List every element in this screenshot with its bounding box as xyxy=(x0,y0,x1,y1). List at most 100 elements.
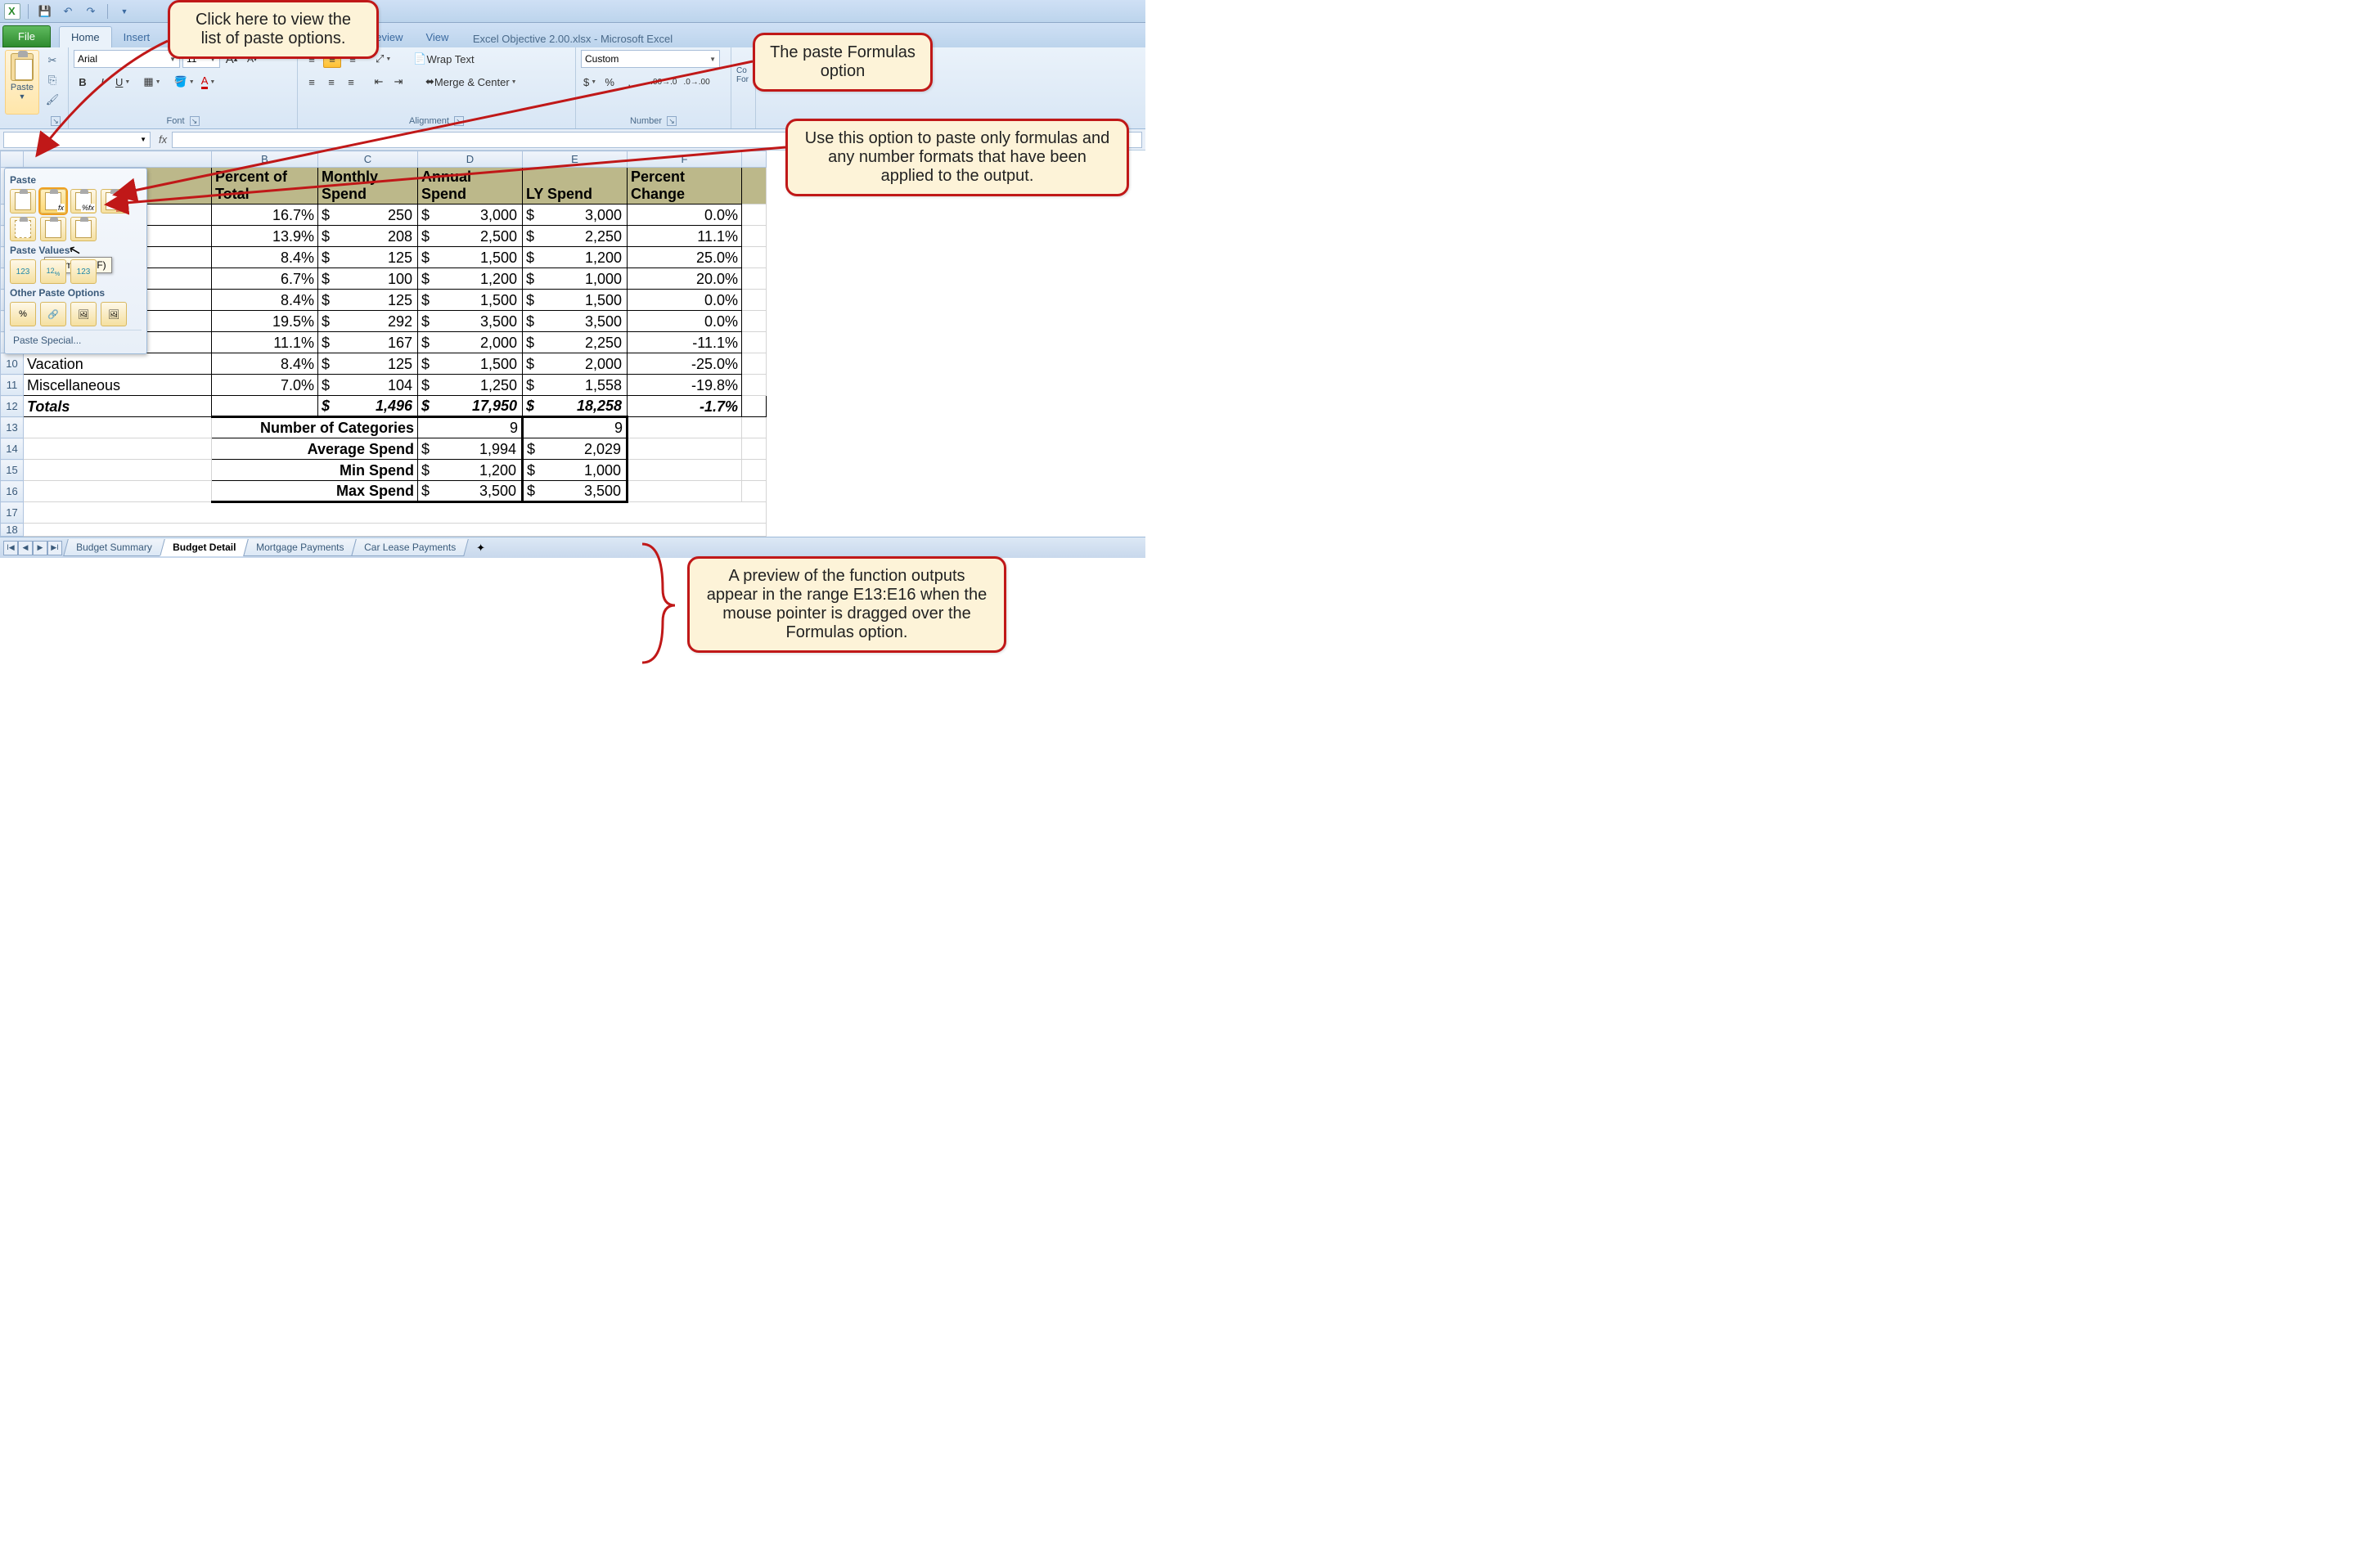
row-header[interactable]: 16 xyxy=(1,481,24,502)
paste-special-menu-item[interactable]: Paste Special... xyxy=(10,330,142,350)
cell[interactable]: 6.7% xyxy=(212,268,318,290)
row-header[interactable]: 12 xyxy=(1,396,24,417)
cell[interactable]: Number of Categories xyxy=(212,417,418,438)
col-header[interactable]: E xyxy=(523,151,628,168)
cell[interactable]: $1,250 xyxy=(418,375,523,396)
paste-linked-picture-option[interactable]: 🖼 xyxy=(101,302,127,326)
cell[interactable]: 9 xyxy=(418,417,523,438)
clipboard-launcher-icon[interactable]: ↘ xyxy=(51,116,61,126)
cell[interactable]: $292 xyxy=(318,311,418,332)
cell[interactable]: 13.9% xyxy=(212,226,318,247)
merge-center-button[interactable]: ⬌ Merge & Center▼ xyxy=(421,73,522,91)
paste-values-numberformat[interactable]: 12% xyxy=(40,259,66,284)
cell[interactable]: -1.7% xyxy=(628,396,742,417)
cut-icon[interactable]: ✂ xyxy=(43,52,61,70)
cell[interactable]: 25.0% xyxy=(628,247,742,268)
cell[interactable]: Average Spend xyxy=(212,438,418,460)
paste-button[interactable]: Paste ▼ xyxy=(5,50,39,115)
tab-home[interactable]: Home xyxy=(59,26,112,47)
increase-indent-icon[interactable]: ⇥ xyxy=(389,73,407,91)
cell[interactable]: 9 xyxy=(523,417,628,438)
cell[interactable]: 8.4% xyxy=(212,353,318,375)
cell[interactable]: $1,558 xyxy=(523,375,628,396)
tab-insert[interactable]: Insert xyxy=(112,27,162,47)
header-cell[interactable]: Monthly Spend xyxy=(318,168,418,205)
accounting-format-icon[interactable]: $▼ xyxy=(581,73,599,91)
font-color-icon[interactable]: A▼ xyxy=(199,73,218,91)
comma-format-icon[interactable]: , xyxy=(620,73,638,91)
cell[interactable]: 8.4% xyxy=(212,247,318,268)
cell[interactable]: $1,500 xyxy=(523,290,628,311)
cell[interactable]: 11.1% xyxy=(212,332,318,353)
undo-icon[interactable]: ↶ xyxy=(59,2,77,20)
paste-option-all[interactable] xyxy=(10,189,36,214)
cell[interactable]: $3,500 xyxy=(523,311,628,332)
row-header[interactable]: 11 xyxy=(1,375,24,396)
redo-icon[interactable]: ↷ xyxy=(82,2,100,20)
cell[interactable]: 0.0% xyxy=(628,205,742,226)
cell[interactable]: $250 xyxy=(318,205,418,226)
align-center-icon[interactable]: ≡ xyxy=(322,73,340,91)
paste-option-column-widths[interactable] xyxy=(40,217,66,241)
sheet-tab[interactable]: Budget Detail xyxy=(160,539,249,556)
row-header[interactable]: 17 xyxy=(1,502,24,524)
cell[interactable]: $17,950 xyxy=(418,396,523,417)
percent-format-icon[interactable]: % xyxy=(601,73,619,91)
cell[interactable]: $125 xyxy=(318,290,418,311)
decrease-decimal-icon[interactable]: .0→.00 xyxy=(681,73,712,91)
cell[interactable]: -25.0% xyxy=(628,353,742,375)
cell[interactable]: $18,258 xyxy=(523,396,628,417)
row-header[interactable]: 15 xyxy=(1,460,24,481)
cell[interactable]: $1,500 xyxy=(418,353,523,375)
paste-option-keep-source[interactable]: ▦ xyxy=(101,189,127,214)
row-header[interactable]: 13 xyxy=(1,417,24,438)
name-box[interactable]: ▼ xyxy=(3,132,151,148)
paste-link-option[interactable]: 🔗 xyxy=(40,302,66,326)
col-header[interactable]: B xyxy=(212,151,318,168)
cell[interactable]: $2,500 xyxy=(418,226,523,247)
worksheet-grid[interactable]: B C D E F Percent of Total Monthly Spend… xyxy=(0,151,1145,537)
number-launcher-icon[interactable]: ↘ xyxy=(667,116,677,126)
paste-option-no-borders[interactable] xyxy=(10,217,36,241)
tab-view[interactable]: View xyxy=(414,27,460,47)
cell[interactable]: $125 xyxy=(318,247,418,268)
fx-icon[interactable]: fx xyxy=(159,133,167,146)
cell[interactable]: 19.5% xyxy=(212,311,318,332)
file-tab[interactable]: File xyxy=(2,25,51,47)
decrease-indent-icon[interactable]: ⇤ xyxy=(370,73,388,91)
cell[interactable]: -11.1% xyxy=(628,332,742,353)
paste-values-option[interactable]: 123 xyxy=(10,259,36,284)
tab-nav-prev-icon[interactable]: ◀ xyxy=(18,541,33,555)
format-painter-icon[interactable]: 🖌 xyxy=(43,91,61,109)
cell[interactable]: $208 xyxy=(318,226,418,247)
italic-button[interactable]: I xyxy=(93,73,111,91)
cell[interactable]: $3,000 xyxy=(418,205,523,226)
cell[interactable]: $100 xyxy=(318,268,418,290)
font-name-combo[interactable]: Arial▼ xyxy=(74,50,180,68)
cell[interactable]: $104 xyxy=(318,375,418,396)
header-cell[interactable]: Percent Change xyxy=(628,168,742,205)
cell[interactable]: $2,000 xyxy=(523,353,628,375)
tab-nav-next-icon[interactable]: ▶ xyxy=(33,541,47,555)
copy-icon[interactable]: ⎘ xyxy=(43,71,61,89)
cell[interactable]: $1,500 xyxy=(418,290,523,311)
cell[interactable]: Vacation xyxy=(24,353,212,375)
cell[interactable]: $1,200 xyxy=(418,268,523,290)
cell[interactable]: Totals xyxy=(24,396,212,417)
qat-customize-icon[interactable]: ▼ xyxy=(115,2,133,20)
paste-dropdown-arrow-icon[interactable]: ▼ xyxy=(19,92,26,101)
header-cell[interactable]: LY Spend xyxy=(523,168,628,205)
cell[interactable]: 20.0% xyxy=(628,268,742,290)
cell[interactable]: 8.4% xyxy=(212,290,318,311)
cell[interactable]: $3,500 xyxy=(418,311,523,332)
new-sheet-icon[interactable]: ✦ xyxy=(471,541,491,555)
col-header[interactable]: F xyxy=(628,151,742,168)
wrap-text-button[interactable]: 📄 Wrap Text xyxy=(408,50,479,68)
sheet-tab[interactable]: Mortgage Payments xyxy=(243,539,357,556)
bold-button[interactable]: B xyxy=(74,73,92,91)
cell[interactable]: 0.0% xyxy=(628,311,742,332)
row-header[interactable]: 14 xyxy=(1,438,24,460)
cell[interactable]: $2,250 xyxy=(523,226,628,247)
cell[interactable]: $1,200 xyxy=(418,460,523,481)
row-header[interactable]: 18 xyxy=(1,524,24,537)
